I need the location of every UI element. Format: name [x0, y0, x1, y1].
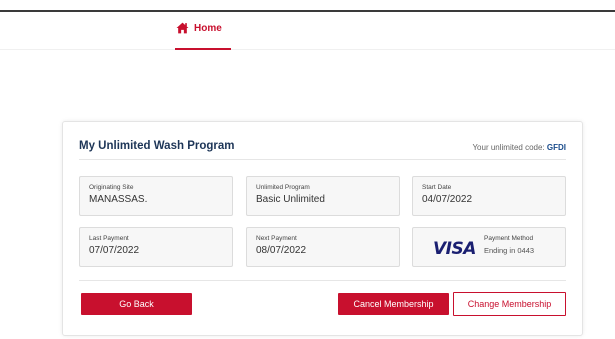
home-icon	[176, 22, 189, 34]
payment-method-field: VISA Payment Method Ending in 0443	[412, 227, 566, 267]
start-date-field: Start Date 04/07/2022	[412, 176, 566, 216]
top-nav: Home	[0, 12, 615, 50]
start-date-label: Start Date	[422, 184, 452, 191]
card-title: My Unlimited Wash Program	[79, 140, 235, 152]
unlimited-code: Your unlimited code: GFDI	[472, 143, 566, 152]
unlimited-code-label: Your unlimited code:	[472, 143, 545, 152]
payment-method-text: Payment Method Ending in 0443	[484, 235, 534, 255]
next-payment-value: 08/07/2022	[256, 245, 307, 256]
go-back-button[interactable]: Go Back	[81, 293, 192, 315]
unlimited-program-field: Unlimited Program Basic Unlimited	[246, 176, 400, 216]
change-membership-button[interactable]: Change Membership	[453, 292, 566, 316]
visa-logo: VISA	[433, 239, 476, 259]
nav-home-label: Home	[194, 23, 222, 34]
membership-card: My Unlimited Wash Program Your unlimited…	[62, 121, 583, 336]
payment-method-label: Payment Method	[484, 235, 534, 242]
payment-method-value: Ending in 0443	[484, 246, 535, 255]
originating-site-value: MANASSAS.	[89, 194, 148, 205]
nav-home-tab[interactable]: Home	[175, 22, 231, 50]
card-divider	[79, 280, 566, 281]
last-payment-field: Last Payment 07/07/2022	[79, 227, 233, 267]
unlimited-program-label: Unlimited Program	[256, 184, 310, 191]
cancel-membership-button[interactable]: Cancel Membership	[338, 293, 449, 315]
start-date-value: 04/07/2022	[422, 194, 473, 205]
unlimited-code-value: GFDI	[546, 143, 566, 152]
active-tab-underline	[175, 48, 231, 50]
originating-site-field: Originating Site MANASSAS.	[79, 176, 233, 216]
unlimited-program-value: Basic Unlimited	[256, 194, 325, 205]
originating-site-label: Originating Site	[89, 184, 134, 191]
card-header: My Unlimited Wash Program Your unlimited…	[79, 140, 566, 160]
last-payment-value: 07/07/2022	[89, 245, 140, 256]
last-payment-label: Last Payment	[89, 235, 129, 242]
next-payment-label: Next Payment	[256, 235, 297, 242]
next-payment-field: Next Payment 08/07/2022	[246, 227, 400, 267]
